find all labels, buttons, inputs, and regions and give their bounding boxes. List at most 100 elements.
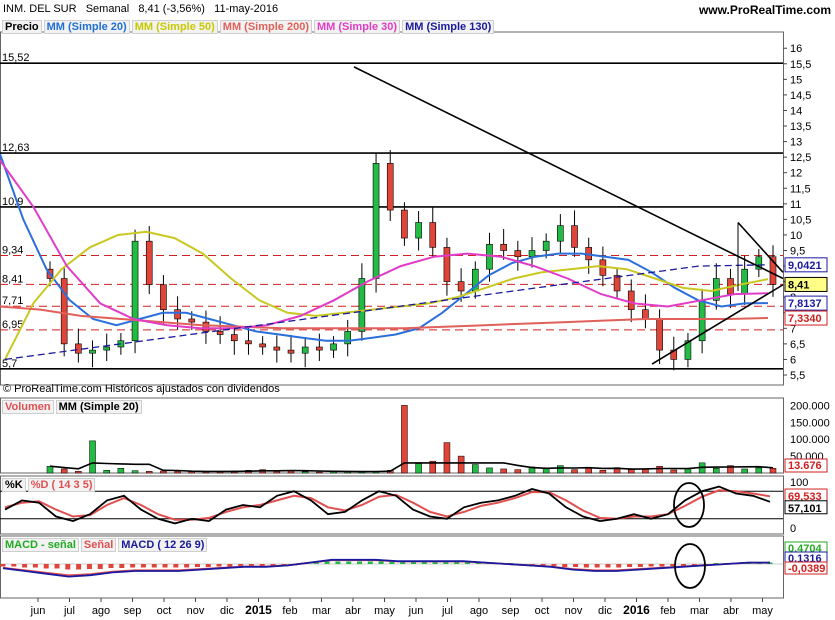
volume-bar <box>514 469 522 474</box>
candle <box>316 346 323 351</box>
x-axis-label: jun <box>30 605 46 617</box>
stoch-legend-item: %D ( 14 3 5) <box>27 478 96 492</box>
candle <box>741 268 748 295</box>
x-axis-label: dic <box>598 605 613 617</box>
candle <box>613 275 621 292</box>
macd-histogram-bar <box>356 561 362 564</box>
x-axis-label: sep <box>502 605 520 617</box>
stoch-d-line <box>4 489 771 521</box>
y-tick-label: 14,5 <box>790 90 811 102</box>
macd-histogram-bar <box>627 564 633 567</box>
macd-histogram-bar <box>140 564 146 568</box>
macd-histogram-bar <box>562 564 568 567</box>
y-tick-label: 14 <box>790 105 802 117</box>
price-level-label: 12,63 <box>2 142 30 154</box>
price-level-label: 8,41 <box>2 273 23 285</box>
candle <box>627 290 635 310</box>
price-level-label: 7,71 <box>2 295 23 307</box>
macd-histogram-bar <box>551 564 557 566</box>
y-tick-label: 6,5 <box>790 339 805 351</box>
y-tick-label: 15,5 <box>790 59 811 71</box>
macd-histogram-bar <box>648 564 654 567</box>
chart-header: INM. DEL SUR Semanal 8,41 (-3,56%) 11-ma… <box>3 3 278 15</box>
macd-line <box>2 558 770 578</box>
volume-bar <box>89 440 96 474</box>
macd-histogram-bar <box>216 564 222 567</box>
y-tick-label: 10 <box>790 230 802 242</box>
price-legend-item: MM (Simple 20) <box>43 20 130 34</box>
volume-bar <box>301 471 309 474</box>
y-tick-label: 5,5 <box>790 370 805 382</box>
panel-frame <box>0 475 784 535</box>
x-axis-label: ago <box>470 605 488 617</box>
volume-tick-label: 150.000 <box>790 417 830 429</box>
volume-bar <box>103 470 110 474</box>
y-tick-label: 10,5 <box>790 214 811 226</box>
price-level-label: 10,9 <box>2 196 23 208</box>
candle <box>557 225 564 242</box>
volume-bar <box>131 470 139 474</box>
candle <box>301 346 309 354</box>
x-axis-label: jul <box>441 605 453 617</box>
candle <box>457 281 465 292</box>
volume-bar <box>500 468 507 474</box>
volume-legend-item: MM (Simple 20) <box>55 400 142 414</box>
candle <box>216 331 224 335</box>
macd-histogram-bar <box>65 564 71 570</box>
volume-bar <box>585 468 592 474</box>
price-legend-item: MM (Simple 200) <box>219 20 312 34</box>
price-legend: Precio MM (Simple 20) MM (Simple 50) MM (Si… <box>2 20 495 34</box>
x-axis-label: may <box>374 605 395 617</box>
x-axis-label: jun <box>408 605 424 617</box>
volume-bar <box>769 468 777 474</box>
stoch-tick-label: 100 <box>790 477 808 489</box>
period-label: Semanal <box>85 3 130 15</box>
volume-bar <box>145 471 153 474</box>
date-label: 11-may-2016 <box>214 3 279 15</box>
macd-histogram-bar <box>0 564 6 567</box>
y-tick-label: 9,5 <box>790 246 805 258</box>
volume-legend-item: Volumen <box>2 400 54 414</box>
candle <box>642 309 649 320</box>
macd-histogram-bar <box>76 564 82 570</box>
value-badge-label: 8,41 <box>788 279 809 291</box>
macd-histogram-bar <box>573 564 579 567</box>
candle <box>103 346 111 351</box>
price-level-label: 5,7 <box>2 358 17 370</box>
candle <box>415 222 422 239</box>
volume-bar <box>599 470 607 474</box>
macd-histogram-bar <box>637 564 643 567</box>
y-tick-label: 12 <box>790 168 802 180</box>
volume-bar <box>755 467 763 474</box>
candle <box>500 243 507 251</box>
macd-histogram-bar <box>194 564 200 567</box>
macd-histogram-bar <box>594 564 600 568</box>
volume-bar <box>160 470 167 474</box>
volume-bar <box>46 465 54 474</box>
candle <box>259 343 266 348</box>
candle <box>542 240 550 251</box>
macd-histogram-bar <box>151 564 157 568</box>
volume-bar <box>713 468 720 474</box>
volume-bar <box>486 467 493 474</box>
candle <box>160 284 167 310</box>
stoch-badge-label: 57,101 <box>788 503 822 515</box>
macd-legend-item: MACD - señal <box>2 538 79 552</box>
x-axis-label: abr <box>723 605 739 617</box>
volume-bar <box>174 471 181 474</box>
credit-text: © ProRealTime.com Históricos ajustados c… <box>3 383 280 395</box>
symbol-name: INM. DEL SUR <box>3 3 77 15</box>
volume-bar <box>557 465 564 474</box>
macd-histogram-bar <box>659 564 665 567</box>
candle <box>528 250 536 258</box>
macd-histogram-bar <box>335 561 341 564</box>
macd-histogram-bar <box>184 564 190 568</box>
macd-histogram-bar <box>324 561 330 564</box>
macd-histogram-bar <box>11 564 17 567</box>
candle <box>230 334 238 342</box>
volume-bar <box>741 468 748 474</box>
chart-canvas: 5,566,577,588,599,51010,51111,51212,5131… <box>0 31 830 617</box>
price-legend-item: MM (Simple 130) <box>402 20 495 34</box>
x-axis-label: jul <box>63 605 75 617</box>
macd-histogram-bar <box>205 564 211 567</box>
